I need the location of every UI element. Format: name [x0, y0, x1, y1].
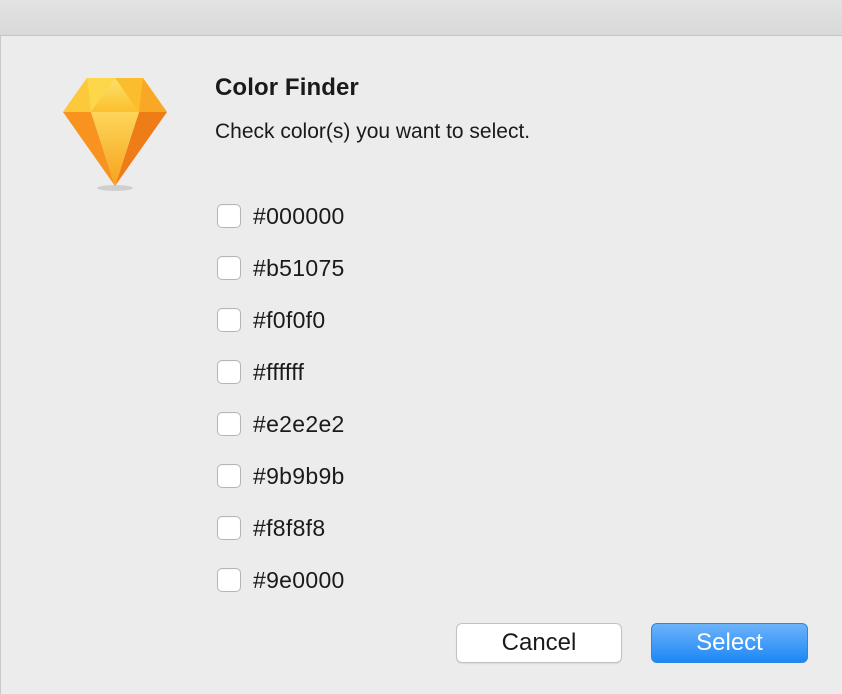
dialog-title: Color Finder: [215, 74, 359, 101]
checkbox[interactable]: [217, 256, 241, 280]
color-option[interactable]: #000000: [217, 190, 345, 242]
color-option-label: #ffffff: [253, 358, 305, 385]
checkbox[interactable]: [217, 308, 241, 332]
color-option[interactable]: #b51075: [217, 242, 345, 294]
color-option[interactable]: #f0f0f0: [217, 294, 345, 346]
color-option-label: #f8f8f8: [253, 514, 326, 541]
color-option[interactable]: #ffffff: [217, 346, 345, 398]
select-button[interactable]: Select: [651, 623, 808, 663]
checkbox[interactable]: [217, 464, 241, 488]
color-option-label: #9e0000: [253, 566, 345, 593]
sketch-diamond-icon: [51, 74, 179, 202]
color-option-label: #9b9b9b: [253, 462, 345, 489]
color-option[interactable]: #e2e2e2: [217, 398, 345, 450]
color-options-list: #000000 #b51075 #f0f0f0 #ffffff #e2e2e2 …: [217, 190, 345, 606]
checkbox[interactable]: [217, 204, 241, 228]
color-option[interactable]: #f8f8f8: [217, 502, 345, 554]
color-option-label: #e2e2e2: [253, 410, 345, 437]
checkbox[interactable]: [217, 568, 241, 592]
dialog-message: Check color(s) you want to select.: [215, 120, 531, 143]
color-option-label: #b51075: [253, 254, 345, 281]
window-titlebar: [0, 0, 842, 36]
color-option-label: #f0f0f0: [253, 306, 326, 333]
color-option-label: #000000: [253, 202, 345, 229]
cancel-button[interactable]: Cancel: [456, 623, 622, 663]
checkbox[interactable]: [217, 360, 241, 384]
checkbox[interactable]: [217, 516, 241, 540]
color-option[interactable]: #9e0000: [217, 554, 345, 606]
checkbox[interactable]: [217, 412, 241, 436]
color-option[interactable]: #9b9b9b: [217, 450, 345, 502]
color-finder-dialog: Color Finder Check color(s) you want to …: [0, 36, 842, 694]
